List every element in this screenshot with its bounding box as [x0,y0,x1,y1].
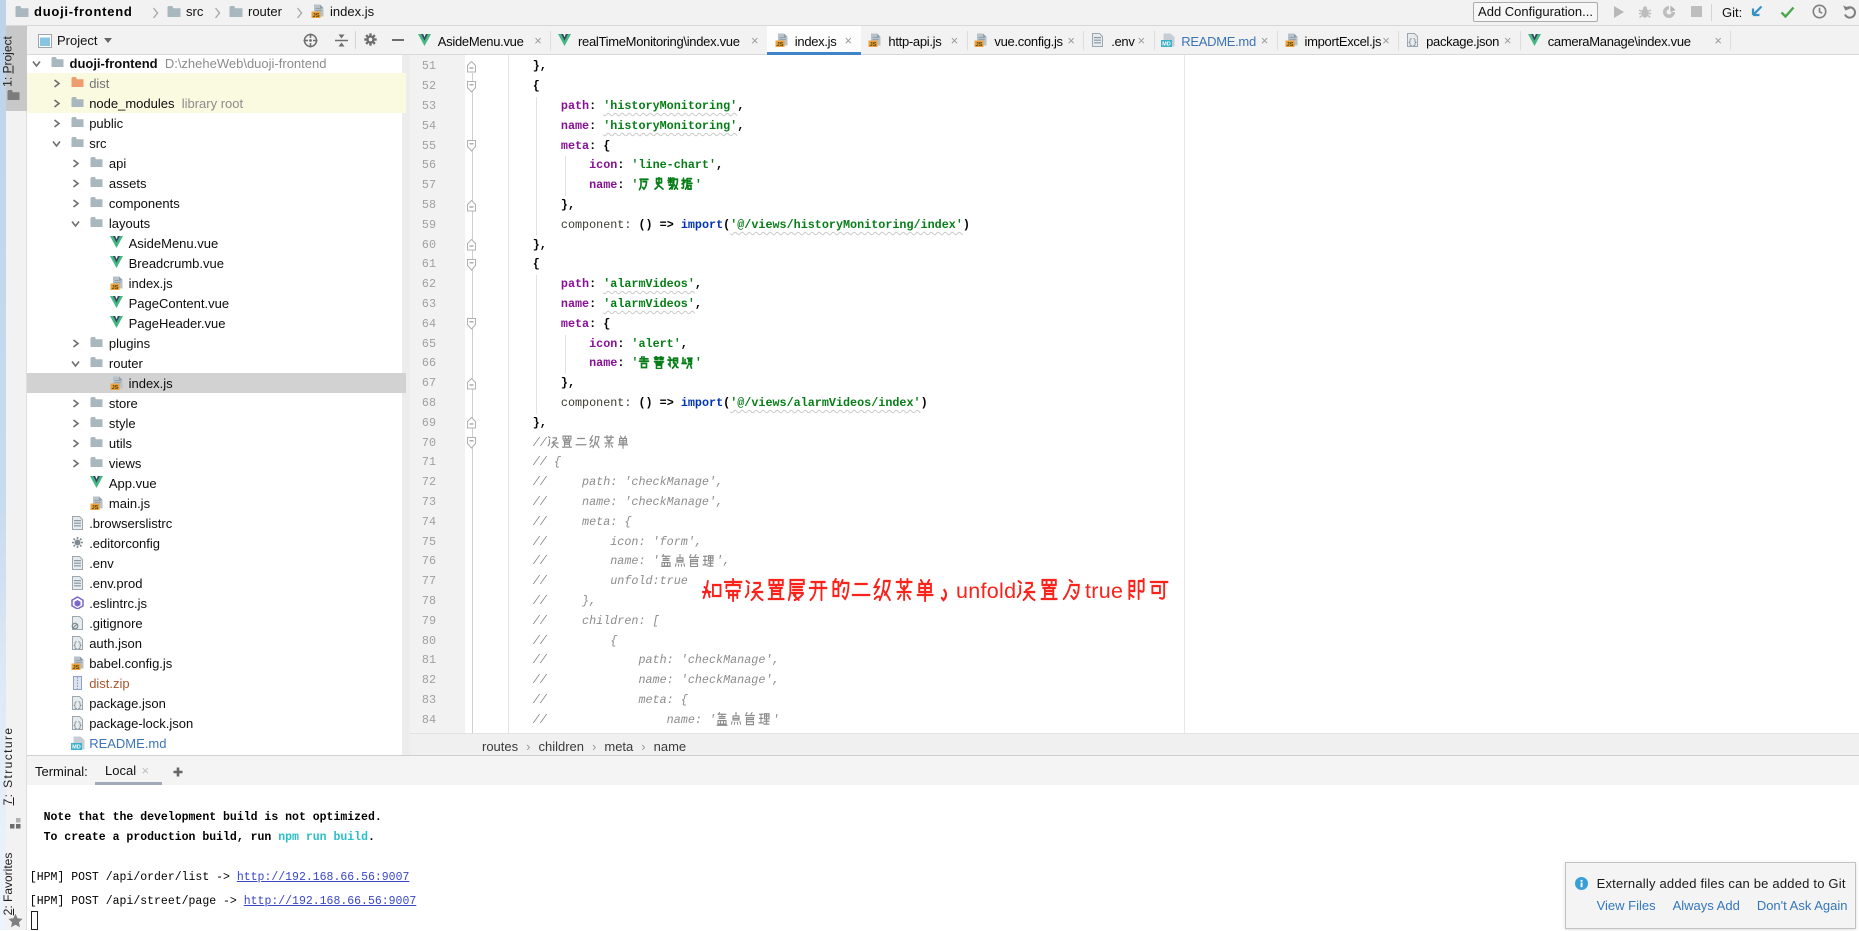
svg-text:JS: JS [776,42,783,47]
svg-text:JS: JS [112,385,119,390]
svg-text:{}: {} [72,722,82,731]
svg-text:MD: MD [1162,42,1171,47]
svg-text:{}: {} [1408,39,1418,48]
svg-text:JS: JS [112,285,119,290]
svg-text:JS: JS [1286,42,1293,47]
svg-text:JS: JS [976,42,983,47]
svg-text:JS: JS [312,13,319,18]
svg-text:JS: JS [92,505,99,510]
svg-text:{}: {} [72,702,82,711]
svg-text:{}: {} [72,642,82,651]
svg-text:MD: MD [72,745,81,750]
svg-text:JS: JS [72,665,79,670]
svg-text:JS: JS [870,42,877,47]
